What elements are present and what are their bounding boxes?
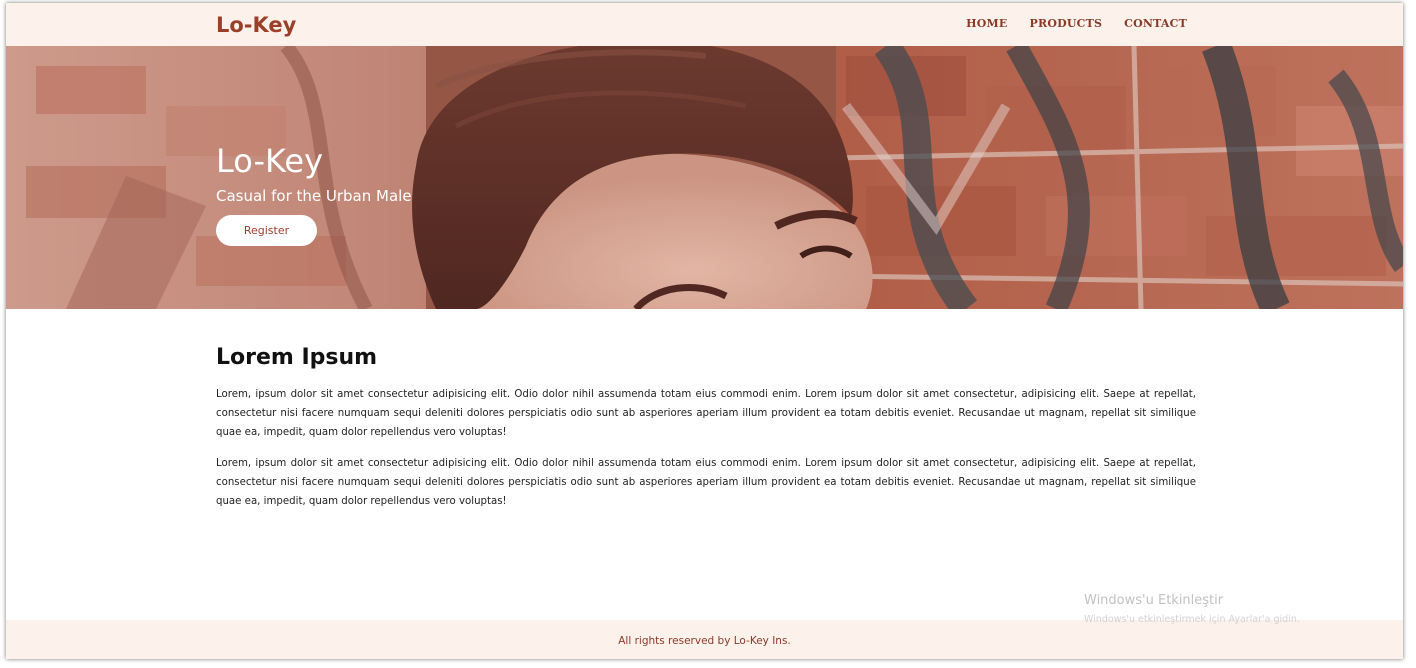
footer-text: All rights reserved by Lo-Key Ins. bbox=[618, 635, 791, 647]
windows-activation-subtitle: Windows'u etkinleştirmek için Ayarlar'a … bbox=[1084, 614, 1300, 625]
browser-page: Lo-Key HOME PRODUCTS CONTACT Lo-Key Casu… bbox=[6, 3, 1403, 659]
register-button[interactable]: Register bbox=[216, 215, 317, 246]
brand-logo[interactable]: Lo-Key bbox=[216, 12, 296, 38]
nav-link-products[interactable]: PRODUCTS bbox=[1030, 17, 1103, 31]
nav-menu: HOME PRODUCTS CONTACT bbox=[944, 17, 1187, 31]
content-paragraph-1: Lorem, ipsum dolor sit amet consectetur … bbox=[216, 389, 1196, 438]
hero-banner: Lo-Key Casual for the Urban Male Registe… bbox=[6, 46, 1403, 309]
navbar: Lo-Key HOME PRODUCTS CONTACT bbox=[6, 3, 1403, 46]
footer: All rights reserved by Lo-Key Ins. bbox=[6, 620, 1403, 659]
content-heading: Lorem Ipsum bbox=[216, 345, 378, 370]
content-paragraph-2: Lorem, ipsum dolor sit amet consectetur … bbox=[216, 458, 1196, 507]
nav-link-contact[interactable]: CONTACT bbox=[1124, 17, 1187, 31]
windows-activation-title: Windows'u Etkinleştir bbox=[1084, 593, 1224, 608]
nav-link-home[interactable]: HOME bbox=[966, 17, 1007, 31]
hero-title: Lo-Key bbox=[216, 142, 323, 180]
hero-subtitle: Casual for the Urban Male bbox=[216, 187, 412, 205]
main-content: Lorem Ipsum Lorem, ipsum dolor sit amet … bbox=[216, 343, 1196, 523]
